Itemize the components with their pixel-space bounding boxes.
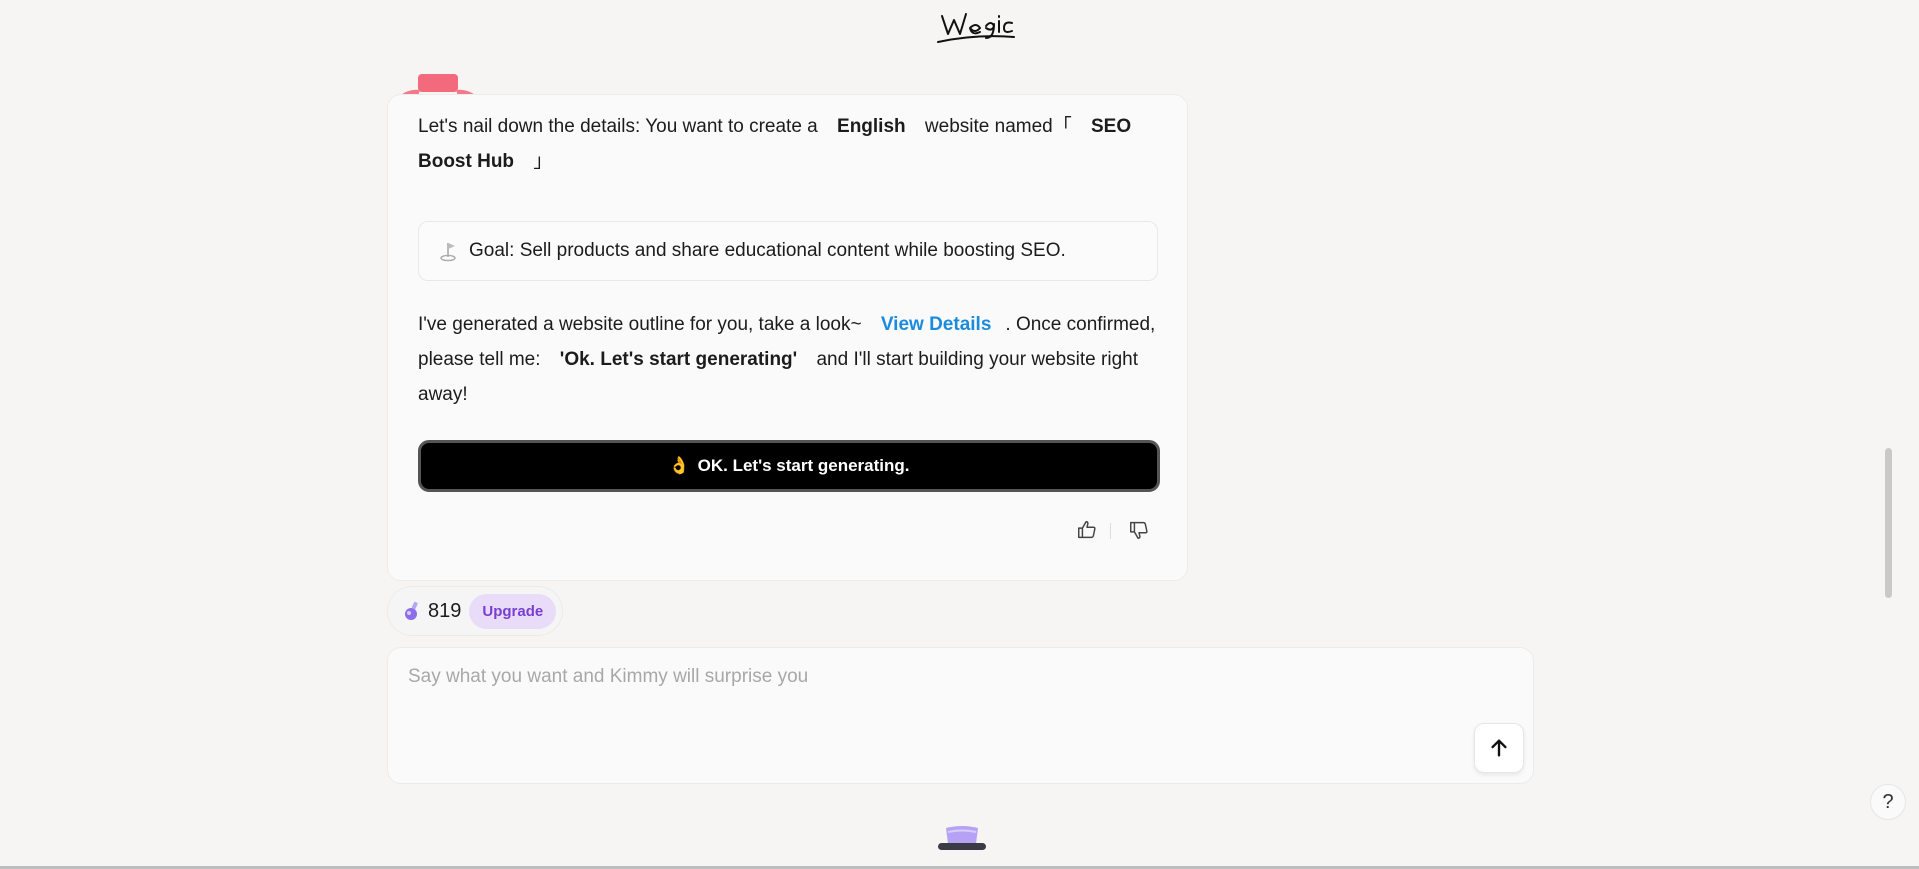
scrollbar-thumb[interactable]: [1885, 448, 1892, 598]
wegic-logo[interactable]: [936, 4, 1016, 46]
assistant-message-card: Let's nail down the details: You want to…: [387, 94, 1188, 581]
chat-input[interactable]: [406, 664, 1490, 728]
thumbs-up-button[interactable]: [1076, 519, 1100, 543]
help-button[interactable]: ?: [1870, 784, 1906, 820]
outline-text: I've generated a website outline for you…: [418, 314, 862, 335]
credit-count: 819: [428, 599, 462, 622]
goal-box: Goal: Sell products and share educationa…: [418, 221, 1158, 281]
goal-text: Goal: Sell products and share educationa…: [469, 240, 1066, 261]
thumbs-down-icon: [1130, 521, 1148, 539]
start-generating-label: OK. Let's start generating.: [697, 456, 910, 475]
language-value: English: [837, 116, 906, 137]
arrow-up-icon: [1491, 739, 1507, 757]
ok-hand-icon: 👌: [668, 456, 690, 475]
message-intro: Let's nail down the details: You want to…: [418, 109, 1158, 179]
view-details-link[interactable]: View Details: [881, 314, 992, 335]
upgrade-button[interactable]: Upgrade: [469, 593, 557, 629]
start-generating-button[interactable]: 👌 OK. Let's start generating.: [418, 440, 1160, 492]
thumbs-down-button[interactable]: [1128, 519, 1152, 543]
thumbs-up-icon: [1078, 521, 1096, 539]
intro-close-bracket: 」: [533, 151, 553, 172]
kimmy-mascot: [936, 824, 988, 852]
help-icon: ?: [1882, 790, 1894, 813]
confirm-phrase: 'Ok. Let's start generating': [559, 349, 798, 370]
intro-text: Let's nail down the details: You want to…: [418, 116, 818, 137]
intro-mid-text: website named「: [924, 116, 1072, 137]
wegic-logo-mark: [937, 13, 1015, 43]
chat-composer: [387, 647, 1534, 784]
message-outline: I've generated a website outline for you…: [418, 307, 1158, 412]
send-button[interactable]: [1474, 723, 1524, 773]
credit-potion-icon: [402, 600, 422, 622]
feedback-divider: [1110, 523, 1111, 539]
goal-flag-icon: [439, 240, 459, 262]
credits-pill: 819 Upgrade: [387, 586, 563, 636]
